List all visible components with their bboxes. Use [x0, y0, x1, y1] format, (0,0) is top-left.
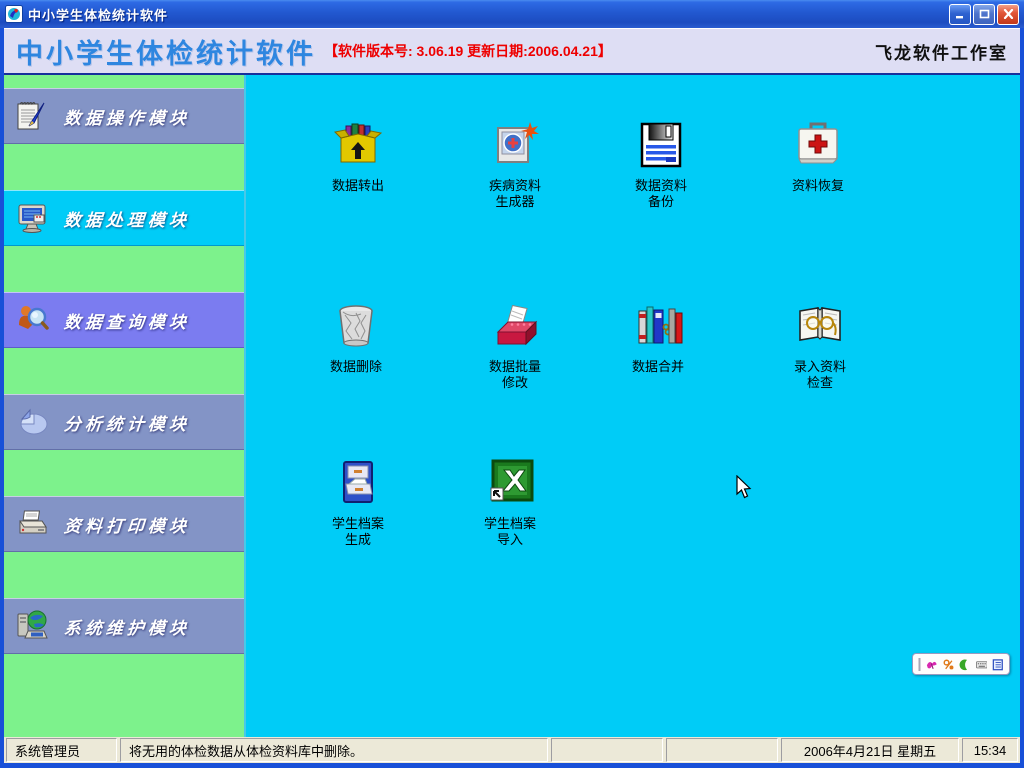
studio-name: 飞龙软件工作室	[875, 39, 1008, 64]
cabinet-generate-icon	[333, 458, 383, 508]
statusbar-time: 15:34	[962, 738, 1018, 762]
module-data-export[interactable]: 数据转出	[300, 120, 416, 194]
sidebar-item-print[interactable]: 资料打印模块	[4, 496, 244, 552]
sidebar-separator	[4, 552, 244, 598]
content-area: 数据操作模块 数据处理模块 数据查询模块 分析	[4, 75, 1020, 737]
floppy-backup-icon	[636, 120, 686, 170]
first-aid-restore-icon	[793, 120, 843, 170]
computer-globe-icon	[16, 609, 50, 643]
statusbar-panel-4	[666, 738, 778, 762]
header-banner: 中小学生体检统计软件 【软件版本号: 3.06.19 更新日期:2006.04.…	[4, 28, 1020, 75]
minimize-icon	[955, 10, 965, 19]
maximize-button[interactable]	[973, 4, 995, 25]
sidebar-item-label: 数据操作模块	[63, 104, 191, 129]
close-button[interactable]	[997, 4, 1019, 25]
text-caret-icon[interactable]	[918, 658, 921, 671]
ime-logo-icon[interactable]	[926, 658, 938, 671]
maximize-icon	[979, 9, 990, 19]
sidebar-item-label: 数据处理模块	[63, 206, 191, 231]
sidebar-separator	[4, 348, 244, 394]
half-shape-icon[interactable]	[959, 658, 971, 671]
books-merge-icon	[633, 301, 683, 351]
module-label: 学生档案 生成	[300, 516, 416, 549]
module-label: 数据删除	[298, 359, 414, 375]
app-logo-icon	[5, 5, 23, 23]
sidebar-separator	[4, 450, 244, 496]
module-label: 数据批量 修改	[457, 359, 573, 392]
module-label: 数据合并	[600, 359, 716, 375]
sidebar: 数据操作模块 数据处理模块 数据查询模块 分析	[4, 75, 246, 737]
statusbar-panel-3	[551, 738, 663, 762]
statusbar-user: 系统管理员	[6, 738, 117, 762]
module-input-check[interactable]: 录入资料 检查	[762, 301, 878, 392]
sidebar-item-label: 系统维护模块	[63, 614, 191, 639]
sidebar-item-data-processing[interactable]: 数据处理模块	[4, 190, 244, 246]
module-data-restore[interactable]: 资料恢复	[760, 120, 876, 194]
app-window: 中小学生体检统计软件 中小学生体检统计软件 【软件版本号: 3.06.19 更新…	[0, 0, 1024, 768]
ime-menu-icon[interactable]	[992, 658, 1004, 671]
sidebar-item-data-operation[interactable]: 数据操作模块	[4, 88, 244, 144]
module-label: 录入资料 检查	[762, 359, 878, 392]
sidebar-top-strip	[4, 75, 244, 88]
sidebar-item-label: 数据查询模块	[63, 308, 191, 333]
app-title: 中小学生体检统计软件	[16, 32, 316, 71]
module-label: 疾病资料 生成器	[457, 178, 573, 211]
mouse-cursor	[735, 475, 755, 501]
soft-keyboard-icon[interactable]	[976, 658, 988, 671]
version-info: 【软件版本号: 3.06.19 更新日期:2006.04.21】	[324, 41, 612, 61]
sidebar-separator	[4, 246, 244, 292]
module-label: 学生档案 导入	[452, 516, 568, 549]
sidebar-item-label: 资料打印模块	[63, 512, 191, 537]
export-box-icon	[333, 120, 383, 170]
batch-edit-icon	[490, 301, 540, 351]
tone-mode-icon[interactable]	[943, 658, 955, 671]
module-archive-generate[interactable]: 学生档案 生成	[300, 458, 416, 549]
module-label: 数据资料 备份	[603, 178, 719, 211]
notepad-pen-icon	[16, 99, 50, 133]
window-title: 中小学生体检统计软件	[28, 5, 168, 24]
statusbar: 系统管理员 将无用的体检数据从体检资料库中删除。 2006年4月21日 星期五 …	[4, 737, 1020, 763]
module-data-delete[interactable]: 数据删除	[298, 301, 414, 375]
excel-import-icon	[485, 458, 535, 508]
minimize-button[interactable]	[949, 4, 971, 25]
person-search-icon	[16, 303, 50, 337]
sidebar-item-system-maintenance[interactable]: 系统维护模块	[4, 598, 244, 654]
module-label: 数据转出	[300, 178, 416, 194]
module-archive-import[interactable]: 学生档案 导入	[452, 458, 568, 549]
module-icon-area: 数据转出 疾病资料 生成器 数据资料 备份 资料恢复	[246, 75, 1020, 737]
book-glasses-check-icon	[795, 301, 845, 351]
monitor-icon	[16, 201, 50, 235]
module-data-merge[interactable]: 数据合并	[600, 301, 716, 375]
sidebar-item-label: 分析统计模块	[63, 410, 191, 435]
pie-chart-icon	[16, 405, 50, 439]
module-disease-generator[interactable]: 疾病资料 生成器	[457, 120, 573, 211]
sidebar-bottom-fill	[4, 654, 244, 737]
sidebar-separator	[4, 144, 244, 190]
module-data-backup[interactable]: 数据资料 备份	[603, 120, 719, 211]
printer-icon	[16, 507, 50, 541]
disease-generator-icon	[490, 120, 540, 170]
module-label: 资料恢复	[760, 178, 876, 194]
statusbar-message: 将无用的体检数据从体检资料库中删除。	[120, 738, 548, 762]
trash-delete-icon	[331, 301, 381, 351]
sidebar-item-data-query[interactable]: 数据查询模块	[4, 292, 244, 348]
module-batch-edit[interactable]: 数据批量 修改	[457, 301, 573, 392]
statusbar-date: 2006年4月21日 星期五	[781, 738, 959, 762]
ime-language-bar[interactable]	[912, 653, 1010, 675]
close-icon	[1003, 9, 1014, 19]
sidebar-item-analysis-statistics[interactable]: 分析统计模块	[4, 394, 244, 450]
titlebar[interactable]: 中小学生体检统计软件	[0, 0, 1024, 28]
